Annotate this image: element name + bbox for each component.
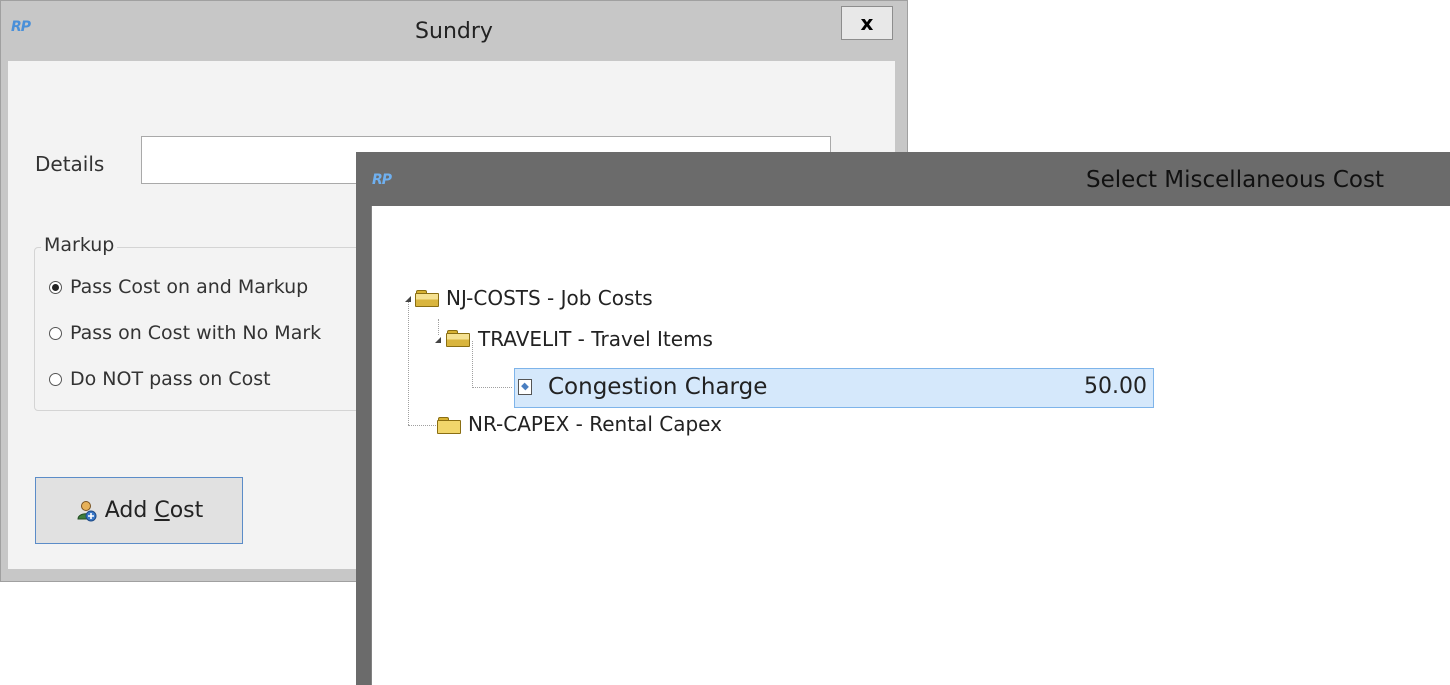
radio-button[interactable] [49,327,62,340]
app-logo: RP [372,172,392,188]
select-misc-cost-window: RP Select Miscellaneous Cost NJ-COSTS - … [356,152,1450,685]
tree-item-label: Congestion Charge [548,374,768,400]
radio-label: Do NOT pass on Cost [70,368,271,390]
tree-connector-line [472,387,512,388]
add-cost-label: Add Cost [105,498,204,523]
folder-open-icon [446,330,470,347]
radio-label: Pass on Cost with No Mark [70,322,322,344]
sundry-titlebar[interactable]: RP Sundry x [1,1,907,61]
window-title: Select Miscellaneous Cost [1086,167,1384,193]
tree-connector-line [408,301,409,425]
add-cost-button[interactable]: Add Cost [35,477,243,544]
tree-connector-line [408,425,436,426]
tree-node-label: NR-CAPEX - Rental Capex [468,412,722,436]
window-title: Sundry [415,19,493,44]
details-label: Details [35,152,105,176]
radio-button-selected[interactable] [49,281,62,294]
tree-item-value: 50.00 [1084,374,1147,399]
radio-pass-cost-markup[interactable]: Pass Cost on and Markup [49,276,308,298]
tree-connector-line [472,341,473,388]
cost-tree-view[interactable]: NJ-COSTS - Job Costs TRAVELIT - Travel I… [371,206,1450,685]
add-cost-label-suffix: ost [169,498,204,523]
tree-node-label: NJ-COSTS - Job Costs [446,286,653,310]
radio-button[interactable] [49,373,62,386]
radio-do-not-pass-cost[interactable]: Do NOT pass on Cost [49,368,271,390]
tree-expanded-icon[interactable] [405,296,411,302]
add-cost-label-prefix: Add [104,498,155,523]
markup-legend: Markup [41,234,118,256]
tree-connector-line [438,319,439,335]
folder-open-icon [415,290,439,307]
tree-expanded-icon[interactable] [435,337,441,343]
add-cost-icon [77,500,97,521]
close-button[interactable]: x [841,6,893,40]
add-cost-accelerator: C [154,498,170,523]
folder-closed-icon [437,417,461,434]
cost-item-icon [518,379,532,395]
radio-label: Pass Cost on and Markup [70,276,309,298]
radio-pass-cost-no-markup[interactable]: Pass on Cost with No Mark [49,322,321,344]
tree-node-label: TRAVELIT - Travel Items [478,327,713,351]
